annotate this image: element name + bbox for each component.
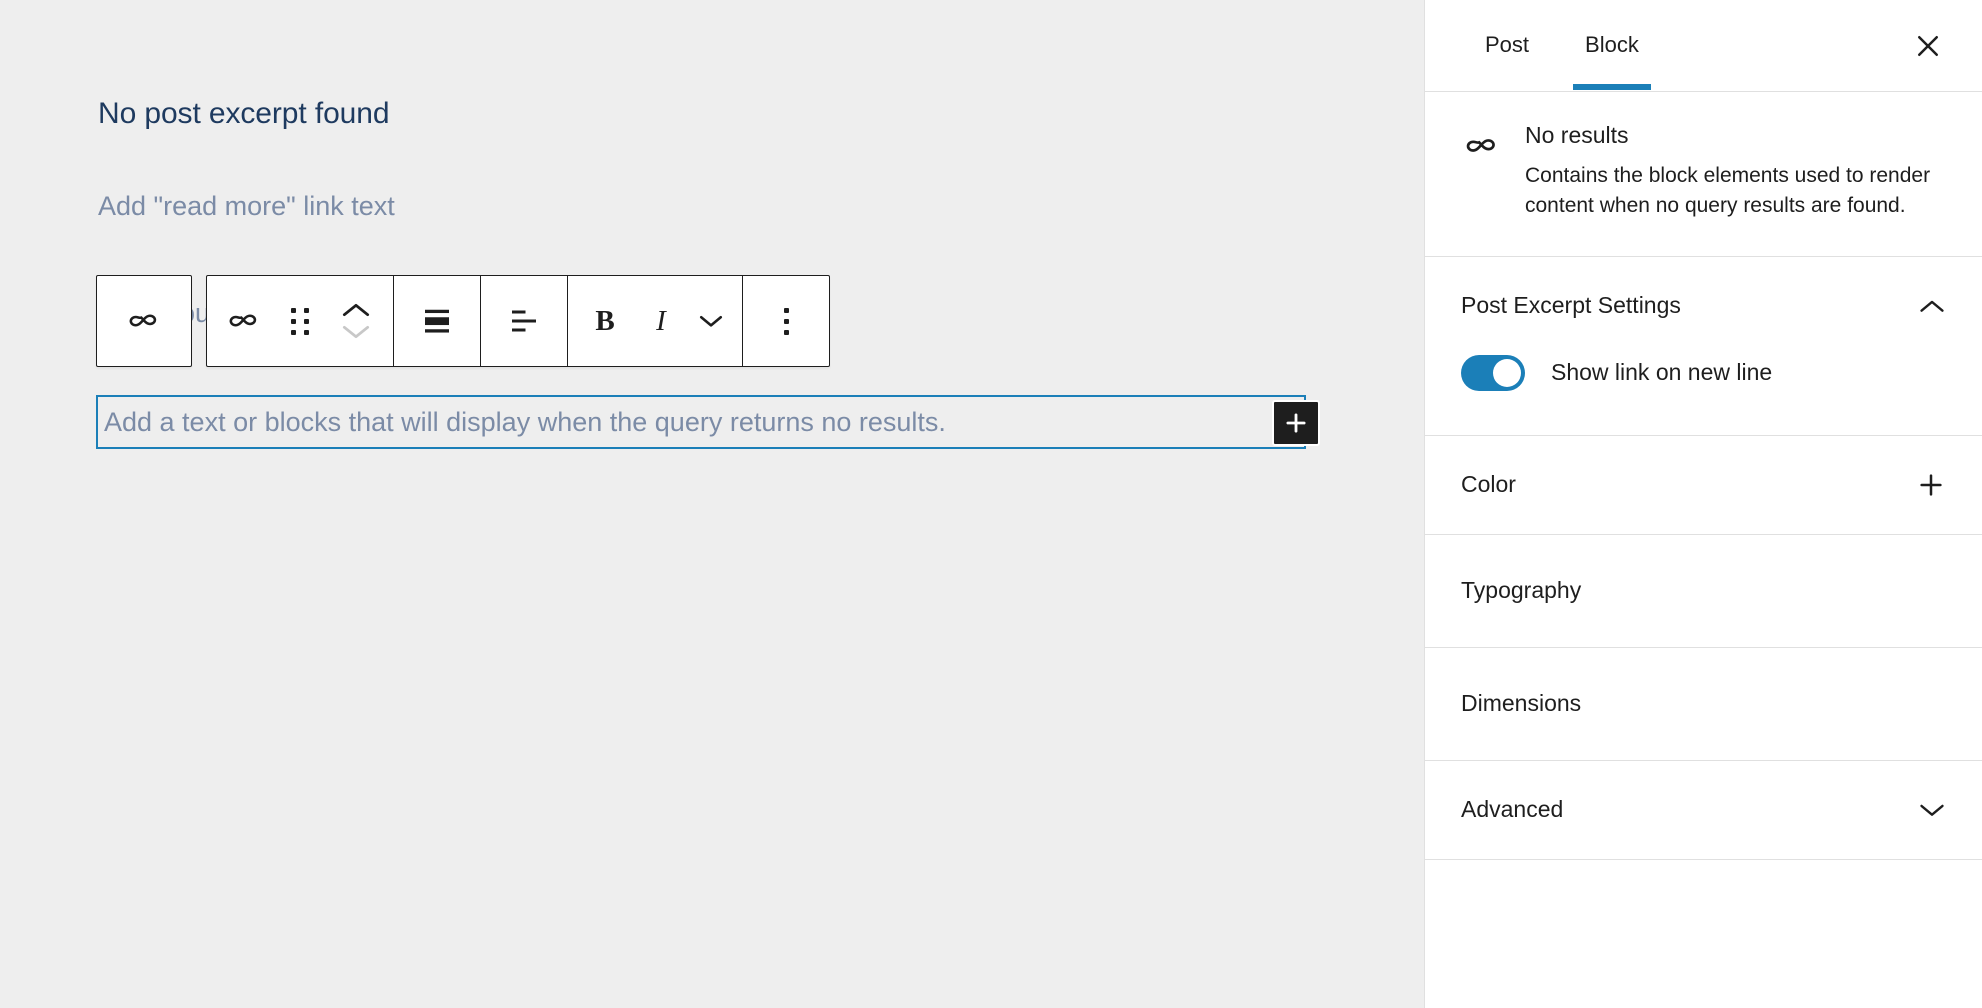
plus-icon[interactable] (1916, 470, 1946, 500)
block-mover[interactable] (325, 277, 387, 365)
close-settings-button[interactable] (1902, 20, 1954, 72)
panel-post-excerpt-settings: Post Excerpt Settings Show link on new l… (1425, 257, 1982, 436)
block-info-card: No results Contains the block elements u… (1425, 92, 1982, 257)
chevron-up-icon[interactable] (342, 301, 370, 319)
more-rich-text-button[interactable] (686, 277, 736, 365)
panel-typography: Typography (1425, 535, 1982, 648)
align-vertical-center-icon (419, 303, 455, 339)
sidebar-header: Post Block (1425, 0, 1982, 92)
panel-toggle-advanced[interactable]: Advanced (1425, 761, 1982, 859)
toolbar-group-options (743, 276, 829, 366)
italic-icon: I (656, 304, 666, 337)
selected-block-no-results[interactable]: Add a text or blocks that will display w… (96, 395, 1306, 449)
toggle-knob (1493, 358, 1521, 387)
chevron-down-icon (1918, 801, 1946, 819)
block-card-text: No results Contains the block elements u… (1525, 122, 1946, 222)
read-more-link-placeholder[interactable]: Add "read more" link text (98, 190, 1424, 222)
drag-dots-icon (291, 307, 309, 335)
chevron-down-icon (698, 313, 724, 329)
panel-title: Advanced (1461, 796, 1564, 823)
block-card-icon-wrap (1461, 122, 1503, 222)
no-results-loop-icon (127, 304, 161, 338)
show-link-new-line-row: Show link on new line (1461, 354, 1946, 391)
panel-toggle-typography[interactable]: Typography (1425, 535, 1982, 647)
align-text-left-icon (506, 303, 542, 339)
bold-icon: B (595, 304, 615, 337)
vertical-align-button[interactable] (400, 277, 474, 365)
italic-button[interactable]: I (636, 277, 686, 365)
block-toolbar[interactable]: B I (96, 275, 830, 367)
block-card-title: No results (1525, 122, 1629, 148)
toolbar-group-vertical-align (394, 276, 481, 366)
no-results-loop-icon (1464, 128, 1500, 222)
panel-dimensions: Dimensions (1425, 648, 1982, 761)
chevron-up-icon (1918, 297, 1946, 315)
panel-toggle-dimensions[interactable]: Dimensions (1425, 648, 1982, 760)
show-link-on-new-line-toggle[interactable] (1461, 354, 1525, 391)
block-placeholder-text: Add a text or blocks that will display w… (104, 406, 946, 437)
chevron-down-icon[interactable] (342, 323, 370, 341)
panel-title: Color (1461, 471, 1516, 498)
text-align-button[interactable] (487, 277, 561, 365)
parent-block-selector-button[interactable] (96, 275, 192, 367)
panel-advanced: Advanced (1425, 761, 1982, 860)
tab-block[interactable]: Block (1557, 0, 1667, 90)
panel-body-post-excerpt-settings: Show link on new line (1425, 354, 1982, 435)
close-icon (1913, 31, 1943, 61)
gutenberg-editor: No post excerpt found Add "read more" li… (0, 0, 1982, 1008)
toolbar-group-block (207, 276, 394, 366)
bold-button[interactable]: B (574, 277, 636, 365)
editor-canvas[interactable]: No post excerpt found Add "read more" li… (0, 0, 1424, 1008)
block-toolbar-main[interactable]: B I (206, 275, 830, 367)
panel-color: Color (1425, 436, 1982, 535)
block-type-button[interactable] (213, 277, 275, 365)
panel-title: Typography (1461, 577, 1582, 604)
panel-toggle-post-excerpt-settings[interactable]: Post Excerpt Settings (1425, 257, 1982, 355)
settings-sidebar: Post Block No results Contains the block… (1424, 0, 1982, 1008)
add-block-button[interactable] (1272, 400, 1320, 446)
panel-title: Dimensions (1461, 690, 1582, 717)
no-results-loop-icon (227, 304, 261, 338)
block-options-button[interactable] (749, 277, 823, 365)
plus-icon (1283, 410, 1309, 436)
toolbar-group-formatting: B I (568, 276, 743, 366)
post-excerpt-title[interactable]: No post excerpt found (98, 96, 1424, 132)
vertical-dots-icon (783, 307, 789, 335)
show-link-on-new-line-label: Show link on new line (1551, 359, 1773, 386)
panel-title: Post Excerpt Settings (1461, 292, 1681, 319)
drag-handle-button[interactable] (275, 277, 325, 365)
toolbar-group-text-align (481, 276, 568, 366)
tab-post[interactable]: Post (1457, 0, 1557, 90)
panel-toggle-color[interactable]: Color (1425, 436, 1982, 534)
block-card-description: Contains the block elements used to rend… (1525, 164, 1931, 218)
canvas-content: No post excerpt found Add "read more" li… (0, 0, 1424, 222)
